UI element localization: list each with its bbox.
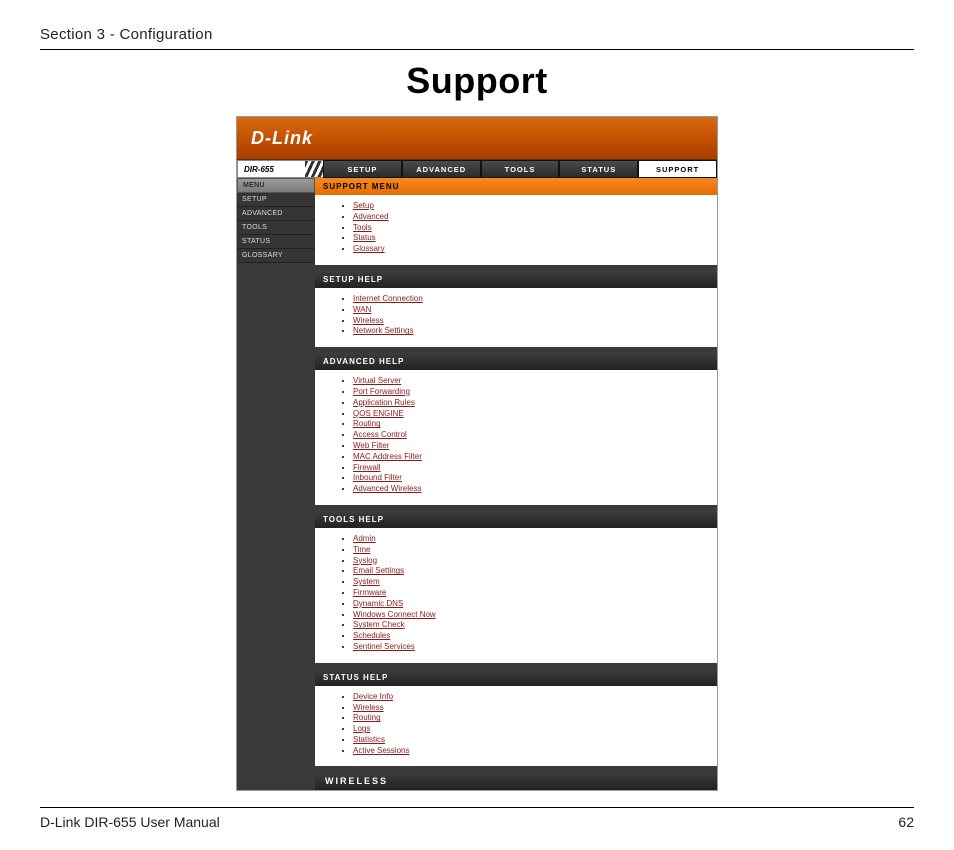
panel-header: TOOLS HELP — [315, 511, 717, 528]
tab-tools[interactable]: TOOLS — [481, 160, 560, 178]
help-link[interactable]: Inbound Filter — [353, 473, 402, 482]
panel-header: ADVANCED HELP — [315, 353, 717, 370]
help-link[interactable]: Syslog — [353, 556, 377, 565]
bottom-divider — [40, 807, 914, 808]
help-link[interactable]: Glossary — [353, 244, 385, 253]
panel-setup-help: SETUP HELP Internet Connection WAN Wireless… — [315, 271, 717, 347]
help-link[interactable]: Active Sessions — [353, 746, 409, 755]
brand-bar: D-Link — [237, 117, 717, 160]
panel-header: SUPPORT MENU — [315, 178, 717, 195]
panel-body: Device Info WirelessRouting Logs Statistics… — [315, 686, 717, 767]
help-link[interactable]: Schedules — [353, 631, 390, 640]
help-link[interactable]: Firewall — [353, 463, 381, 472]
panel-header: SETUP HELP — [315, 271, 717, 288]
panel-header: STATUS HELP — [315, 669, 717, 686]
tab-advanced[interactable]: ADVANCED — [402, 160, 481, 178]
footer-manual-title: D-Link DIR-655 User Manual — [40, 814, 220, 830]
help-link[interactable]: Web Filter — [353, 441, 389, 450]
help-link[interactable]: Internet Connection — [353, 294, 423, 303]
panel-body: Virtual Server Port Forwarding Application… — [315, 370, 717, 505]
sidebar-header: MENU — [237, 178, 315, 193]
footer-strip-wireless: WIRELESS — [315, 772, 717, 790]
help-link[interactable]: Device Info — [353, 692, 393, 701]
help-link[interactable]: Routing — [353, 419, 381, 428]
footer-page-number: 62 — [898, 814, 914, 830]
help-link[interactable]: Wireless — [353, 316, 384, 325]
main-content: SUPPORT MENU Setup Advanced ToolsStatus Glos… — [315, 178, 717, 790]
panel-body: Admin Time SyslogEmail Settings System Firmw… — [315, 528, 717, 663]
help-link[interactable]: Tools — [353, 223, 372, 232]
sidebar-item-tools[interactable]: TOOLS — [237, 221, 315, 235]
help-link[interactable]: Routing — [353, 713, 381, 722]
panel-body: Internet Connection WAN WirelessNetwork Se… — [315, 288, 717, 347]
help-link[interactable]: MAC Address Filter — [353, 452, 422, 461]
help-link[interactable]: Virtual Server — [353, 376, 401, 385]
help-link[interactable]: Email Settings — [353, 566, 404, 575]
help-link[interactable]: Admin — [353, 534, 376, 543]
help-link[interactable]: Sentinel Services — [353, 642, 415, 651]
sidebar-item-status[interactable]: STATUS — [237, 235, 315, 249]
page-title: Support — [40, 60, 914, 102]
help-link[interactable]: System — [353, 577, 380, 586]
tab-support[interactable]: SUPPORT — [638, 160, 717, 178]
router-admin-screenshot: D-Link DIR-655 SETUPADVANCEDTOOLSSTATUSS… — [236, 116, 718, 791]
help-link[interactable]: Application Rules — [353, 398, 415, 407]
sidebar-item-glossary[interactable]: GLOSSARY — [237, 249, 315, 263]
help-link[interactable]: Access Control — [353, 430, 407, 439]
panel-body: Setup Advanced ToolsStatus Glossary — [315, 195, 717, 265]
help-link[interactable]: Setup — [353, 201, 374, 210]
page-footer: D-Link DIR-655 User Manual 62 — [40, 814, 914, 830]
help-link[interactable]: Advanced Wireless — [353, 484, 421, 493]
help-link[interactable]: Port Forwarding — [353, 387, 410, 396]
brand-logo: D-Link — [237, 128, 313, 149]
sidebar-item-setup[interactable]: SETUP — [237, 193, 315, 207]
panel-support-menu: SUPPORT MENU Setup Advanced ToolsStatus Glos… — [315, 178, 717, 265]
help-link[interactable]: WAN — [353, 305, 371, 314]
help-link[interactable]: Logs — [353, 724, 370, 733]
model-label: DIR-655 — [237, 160, 323, 178]
tab-status[interactable]: STATUS — [559, 160, 638, 178]
help-link[interactable]: Status — [353, 233, 376, 242]
panel-status-help: STATUS HELP Device Info WirelessRouting Log… — [315, 669, 717, 767]
help-link[interactable]: Advanced — [353, 212, 389, 221]
sidebar: MENU SETUPADVANCEDTOOLSSTATUSGLOSSARY — [237, 178, 315, 790]
top-tab-row: DIR-655 SETUPADVANCEDTOOLSSTATUSSUPPORT — [237, 160, 717, 178]
section-header: Section 3 - Configuration — [40, 26, 914, 43]
help-link[interactable]: Time — [353, 545, 370, 554]
tab-setup[interactable]: SETUP — [323, 160, 402, 178]
help-link[interactable]: Network Settings — [353, 326, 413, 335]
help-link[interactable]: Firmware — [353, 588, 386, 597]
help-link[interactable]: System Check — [353, 620, 405, 629]
help-link[interactable]: Statistics — [353, 735, 385, 744]
help-link[interactable]: Dynamic DNS — [353, 599, 403, 608]
panel-advanced-help: ADVANCED HELP Virtual Server Port Forwardi… — [315, 353, 717, 505]
help-link[interactable]: Wireless — [353, 703, 384, 712]
help-link[interactable]: Windows Connect Now — [353, 610, 436, 619]
panel-tools-help: TOOLS HELP Admin Time SyslogEmail Settings S… — [315, 511, 717, 663]
help-link[interactable]: QOS ENGINE — [353, 409, 404, 418]
top-divider — [40, 49, 914, 50]
sidebar-item-advanced[interactable]: ADVANCED — [237, 207, 315, 221]
